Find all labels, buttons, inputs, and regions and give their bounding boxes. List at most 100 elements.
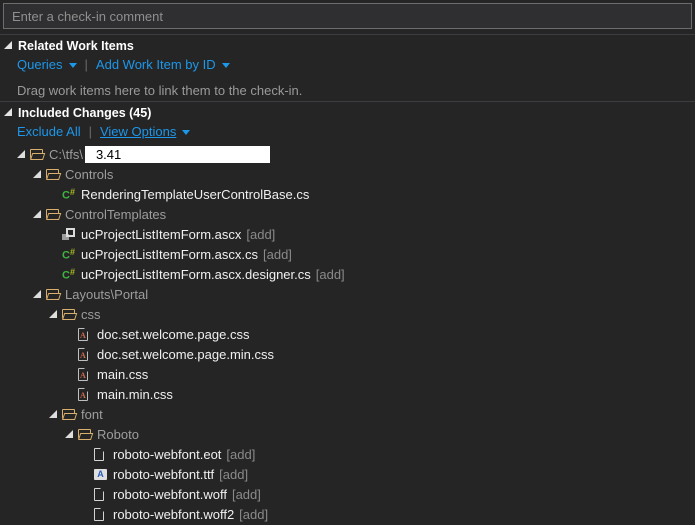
expander-spacer — [81, 444, 94, 464]
tree-row[interactable]: Roboto — [0, 424, 695, 444]
collapse-triangle-icon[interactable] — [4, 41, 12, 49]
tree-item-label: RenderingTemplateUserControlBase.cs — [81, 187, 309, 202]
tree-row[interactable]: C# ucProjectListItemForm.ascx.designer.cs… — [0, 264, 695, 284]
section-divider — [0, 34, 695, 35]
exclude-all-link[interactable]: Exclude All — [17, 124, 81, 139]
folder-icon — [46, 289, 60, 300]
pending-change-type-tag: [add] — [239, 507, 268, 522]
pending-change-type-tag: [add] — [232, 487, 261, 502]
document-file-icon — [94, 508, 104, 521]
tree-row[interactable]: main.min.css — [0, 384, 695, 404]
expander-spacer — [49, 224, 62, 244]
section-divider — [0, 101, 695, 102]
tree-row[interactable]: css — [0, 304, 695, 324]
link-separator: | — [89, 124, 92, 139]
expander-spacer — [65, 344, 78, 364]
tree-row[interactable]: Aroboto-webfont.ttf[add] — [0, 464, 695, 484]
section-title: Included Changes (45) — [18, 106, 151, 120]
expander-spacer — [49, 244, 62, 264]
expander-spacer — [81, 464, 94, 484]
tree-row[interactable]: C# ucProjectListItemForm.ascx.cs [add] — [0, 244, 695, 264]
tree-item-label: ucProjectListItemForm.ascx.designer.cs — [81, 267, 311, 282]
drag-work-items-hint: Drag work items here to link them to the… — [17, 83, 695, 98]
tree-item-label: main.css — [97, 367, 148, 382]
expander-icon[interactable] — [65, 424, 78, 444]
folder-icon — [62, 409, 76, 420]
view-options-link[interactable]: View Options — [100, 124, 176, 139]
expander-icon[interactable] — [33, 284, 46, 304]
tree-row[interactable]: C# RenderingTemplateUserControlBase.cs — [0, 184, 695, 204]
tree-item-label: C:\tfs\ — [49, 147, 83, 162]
tree-item-label: Roboto — [97, 427, 139, 442]
folder-icon — [46, 209, 60, 220]
expander-icon[interactable] — [49, 304, 62, 324]
tree-row[interactable]: doc.set.welcome.page.css — [0, 324, 695, 344]
collapse-triangle-icon[interactable] — [4, 108, 12, 116]
related-work-items-header[interactable]: Related Work Items — [4, 38, 695, 53]
dropdown-caret-icon[interactable] — [182, 130, 190, 135]
pending-changes-panel: Related Work Items Queries | Add Work It… — [0, 0, 695, 525]
add-work-item-by-id-link[interactable]: Add Work Item by ID — [96, 57, 216, 72]
expander-spacer — [65, 324, 78, 344]
tree-row[interactable]: ControlTemplates — [0, 204, 695, 224]
document-file-icon — [94, 448, 104, 461]
tree-item-label: ucProjectListItemForm.ascx — [81, 227, 241, 242]
tree-row[interactable]: main.css — [0, 364, 695, 384]
expander-spacer — [49, 184, 62, 204]
csharp-file-icon: C# — [62, 186, 75, 202]
tree-item-label: main.min.css — [97, 387, 173, 402]
pending-change-type-tag: [add] — [263, 247, 292, 262]
csharp-file-icon: C# — [62, 246, 75, 262]
section-title: Related Work Items — [18, 39, 134, 53]
tree-row[interactable]: roboto-webfont.woff2[add] — [0, 504, 695, 524]
tree-item-label: ControlTemplates — [65, 207, 166, 222]
tree-item-label: doc.set.welcome.page.css — [97, 327, 249, 342]
expander-icon[interactable] — [49, 404, 62, 424]
pending-change-type-tag: [add] — [219, 467, 248, 482]
tree-item-label: roboto-webfont.woff — [113, 487, 227, 502]
tree-row[interactable]: roboto-webfont.woff [add] — [0, 484, 695, 504]
font-file-icon: A — [94, 469, 107, 480]
tree-row[interactable]: C:\tfs\3.41 — [0, 144, 695, 164]
css-file-icon — [78, 368, 88, 381]
dropdown-caret-icon[interactable] — [69, 63, 77, 68]
tree-row[interactable]: font — [0, 404, 695, 424]
related-work-items-section: Related Work Items Queries | Add Work It… — [4, 38, 695, 98]
document-file-icon — [94, 488, 104, 501]
included-changes-header[interactable]: Included Changes (45) — [4, 105, 695, 120]
link-separator: | — [85, 57, 88, 72]
checkin-comment-box[interactable] — [3, 3, 692, 29]
tree-row[interactable]: Layouts\Portal — [0, 284, 695, 304]
tree-item-label: roboto-webfont.eot — [113, 447, 221, 462]
expander-spacer — [49, 264, 62, 284]
csharp-file-icon: C# — [62, 266, 75, 282]
queries-link[interactable]: Queries — [17, 57, 63, 72]
inline-edit-box[interactable]: 3.41 — [85, 146, 270, 163]
included-changes-tree: C:\tfs\3.41 Controls C# RenderingTemplateUs… — [0, 144, 695, 524]
tree-item-label: ucProjectListItemForm.ascx.cs — [81, 247, 258, 262]
pending-change-type-tag: [add] — [226, 447, 255, 462]
folder-icon — [30, 149, 44, 160]
dropdown-caret-icon[interactable] — [222, 63, 230, 68]
tree-row[interactable]: ucProjectListItemForm.ascx [add] — [0, 224, 695, 244]
ascx-user-control-icon — [62, 228, 75, 240]
checkin-comment-input[interactable] — [4, 4, 691, 28]
expander-spacer — [81, 504, 94, 524]
expander-icon[interactable] — [17, 144, 30, 164]
expander-icon[interactable] — [33, 164, 46, 184]
folder-icon — [62, 309, 76, 320]
tree-item-label: Layouts\Portal — [65, 287, 148, 302]
css-file-icon — [78, 348, 88, 361]
included-changes-section: Included Changes (45) Exclude All | View… — [4, 105, 695, 139]
pending-change-type-tag: [add] — [316, 267, 345, 282]
expander-icon[interactable] — [33, 204, 46, 224]
expander-spacer — [65, 364, 78, 384]
folder-icon — [78, 429, 92, 440]
expander-spacer — [65, 384, 78, 404]
tree-row[interactable]: Controls — [0, 164, 695, 184]
pending-change-type-tag: [add] — [246, 227, 275, 242]
tree-item-label: Controls — [65, 167, 113, 182]
tree-row[interactable]: doc.set.welcome.page.min.css — [0, 344, 695, 364]
tree-row[interactable]: roboto-webfont.eot [add] — [0, 444, 695, 464]
expander-spacer — [81, 484, 94, 504]
